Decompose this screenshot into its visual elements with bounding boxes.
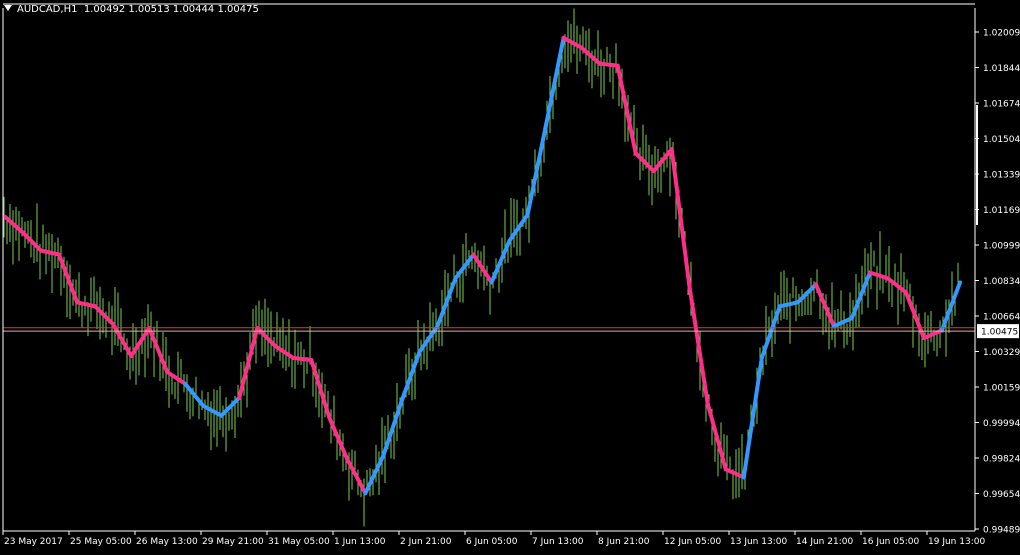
ma-segment <box>615 63 638 156</box>
ma-segment <box>129 326 152 359</box>
y-tick-label: 1.01844 <box>983 64 1020 74</box>
symbol-name: AUDCAD,H1 <box>17 4 78 15</box>
ma-segment <box>147 326 170 374</box>
ma-segment <box>3 214 26 235</box>
x-tick-label: 14 Jun 21:00 <box>796 537 853 547</box>
y-tick-label: 1.01674 <box>983 100 1020 110</box>
ma-segment <box>273 344 296 360</box>
ma-segment <box>849 270 872 321</box>
current-price-label: 1.00475 <box>981 328 1018 338</box>
moving-average-line <box>3 35 962 496</box>
x-tick-label: 23 May 2017 <box>4 537 63 547</box>
scale-marker <box>976 105 978 225</box>
x-tick-label: 13 Jun 13:00 <box>730 537 787 547</box>
ma-segment <box>309 357 332 420</box>
ma-segment <box>435 276 458 329</box>
y-tick-label: 1.01504 <box>983 135 1020 145</box>
ma-segment <box>417 324 440 355</box>
ma-segment <box>21 230 44 253</box>
ma-segment <box>867 270 890 281</box>
symbol-header: AUDCAD,H1 1.00492 1.00513 1.00444 1.0047… <box>4 4 259 15</box>
ma-segment <box>543 35 566 130</box>
ma-segment <box>687 286 710 406</box>
y-tick-label: 1.01169 <box>983 206 1020 216</box>
x-tick-label: 12 Jun 05:00 <box>664 537 721 547</box>
ma-segment <box>57 252 80 305</box>
ma-segment <box>885 276 908 295</box>
x-tick-label: 16 Jun 05:00 <box>862 537 919 547</box>
x-tick-label: 26 May 13:00 <box>136 537 198 547</box>
ma-segment <box>327 415 350 462</box>
ma-segment <box>453 252 476 281</box>
ohlc-open: 1.00492 <box>83 4 126 15</box>
ma-segment <box>363 453 386 496</box>
ma-segment <box>471 252 494 285</box>
ma-segment <box>777 300 800 309</box>
ma-segment <box>489 238 512 285</box>
ma-segment <box>291 355 314 362</box>
ohlc-high: 1.00513 <box>128 4 170 15</box>
ma-segment <box>669 147 692 291</box>
dropdown-arrow-icon[interactable] <box>4 5 12 11</box>
ma-segment <box>75 300 98 309</box>
y-tick-label: 0.99824 <box>983 455 1020 465</box>
ma-segment <box>93 304 116 327</box>
x-tick-label: 8 Jun 21:00 <box>598 537 650 547</box>
ma-segment <box>939 280 962 333</box>
ma-segment <box>507 212 530 243</box>
y-tick-label: 1.00834 <box>983 277 1020 287</box>
chart-area[interactable]: AUDCAD,H1 1.00492 1.00513 1.00444 1.0047… <box>0 0 1020 551</box>
x-tick-label: 2 Jun 21:00 <box>400 537 452 547</box>
ma-segment <box>201 403 224 418</box>
x-tick-label: 19 Jun 13:00 <box>928 537 985 547</box>
ma-segment <box>561 35 584 50</box>
ma-segment <box>381 399 404 458</box>
ma-segment <box>219 395 242 418</box>
x-tick-label: 29 May 21:00 <box>202 537 264 547</box>
y-tick-label: 0.99654 <box>983 490 1020 500</box>
ma-segment <box>705 401 728 472</box>
x-tick-label: 7 Jun 13:00 <box>532 537 584 547</box>
y-tick-label: 1.02009 <box>983 29 1020 39</box>
ma-segment <box>831 316 854 329</box>
ma-segment <box>165 369 188 386</box>
ohlc-close: 1.00475 <box>217 4 259 15</box>
x-tick-label: 6 Jun 05:00 <box>466 537 518 547</box>
ma-segment <box>633 151 656 174</box>
x-tick-label: 31 May 05:00 <box>268 537 330 547</box>
ma-segment <box>183 381 206 408</box>
ma-segment <box>111 322 134 359</box>
price-chart[interactable]: 1.02009 1.01844 1.01674 1.01504 1.01339 1.011… <box>0 0 1020 551</box>
ma-segment <box>795 282 818 305</box>
ma-segment <box>237 326 260 400</box>
ma-segment <box>759 304 782 360</box>
ma-segment <box>813 282 836 329</box>
ma-segment <box>525 125 548 217</box>
ohlc-low: 1.00444 <box>172 4 215 15</box>
x-tick-label: 25 May 05:00 <box>70 537 132 547</box>
ma-segment <box>345 457 368 496</box>
ma-segment <box>399 350 422 404</box>
ma-segment <box>651 147 674 174</box>
y-tick-label: 1.00664 <box>983 313 1020 323</box>
y-tick-label: 1.00329 <box>983 348 1020 358</box>
ma-segment <box>723 467 746 480</box>
ma-segment <box>579 45 602 66</box>
x-tick-label: 1 Jun 13:00 <box>334 537 386 547</box>
ma-segment <box>597 61 620 68</box>
y-tick-label: 1.00159 <box>983 384 1020 394</box>
y-tick-label: 0.99489 <box>983 526 1020 536</box>
y-tick-label: 1.00999 <box>983 242 1020 252</box>
ma-segment <box>39 248 62 257</box>
ma-segment <box>741 355 764 480</box>
y-tick-label: 0.99994 <box>983 419 1020 429</box>
y-tick-label: 1.01339 <box>983 171 1020 181</box>
